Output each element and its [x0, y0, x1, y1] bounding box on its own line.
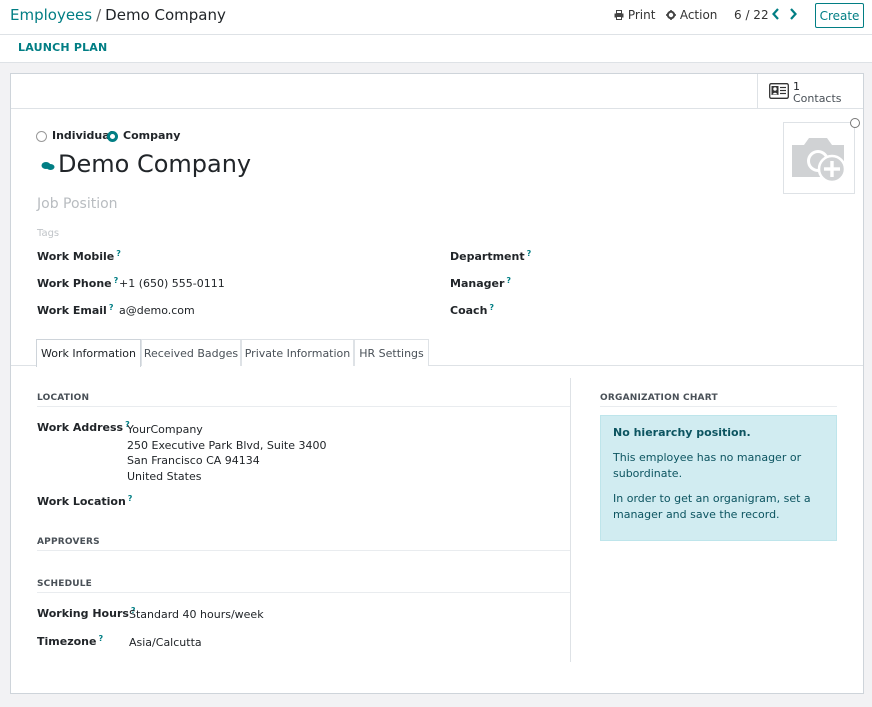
- employee-photo[interactable]: [783, 122, 855, 194]
- work-address-value[interactable]: YourCompany 250 Executive Park Blvd, Sui…: [127, 422, 326, 485]
- section-divider: [37, 550, 570, 551]
- gear-icon: [666, 10, 676, 20]
- company-radio[interactable]: [107, 131, 118, 142]
- timezone-label: Timezone?: [37, 634, 103, 648]
- org-chart-section-title: ORGANIZATION CHART: [600, 393, 718, 403]
- address-line: San Francisco CA 94134: [127, 454, 260, 468]
- manager-label: Manager?: [450, 276, 511, 290]
- work-location-label-text: Work Location: [37, 495, 126, 508]
- work-address-label-text: Work Address: [37, 421, 124, 434]
- job-position-input[interactable]: Job Position: [37, 196, 118, 212]
- chevron-right-icon[interactable]: [788, 7, 798, 21]
- address-line: 250 Executive Park Blvd, Suite 3400: [127, 438, 327, 452]
- print-label: Print: [627, 8, 656, 22]
- form-sheet: 1 Contacts Individual Company Demo Compa…: [10, 73, 864, 694]
- breadcrumb-separator: /: [96, 6, 102, 24]
- work-address-label: Work Address?: [37, 420, 130, 434]
- work-email-label: Work Email?: [37, 303, 114, 317]
- section-divider: [37, 592, 570, 593]
- section-divider: [37, 406, 570, 407]
- working-hours-input[interactable]: Standard 40 hours/week: [129, 608, 264, 621]
- pager-value[interactable]: 6 / 22: [734, 8, 769, 22]
- breadcrumb-employees-link[interactable]: Employees: [10, 6, 92, 24]
- approvers-section-title: APPROVERS: [37, 537, 100, 547]
- tab-hr-settings[interactable]: HR Settings: [354, 339, 429, 366]
- work-email-input[interactable]: a@demo.com: [119, 304, 195, 317]
- help-tooltip-icon[interactable]: ?: [506, 276, 511, 285]
- working-hours-label-text: Working Hours: [37, 607, 129, 620]
- work-phone-label-text: Work Phone: [37, 277, 112, 290]
- launch-plan-button[interactable]: LAUNCH PLAN: [18, 41, 107, 54]
- help-tooltip-icon[interactable]: ?: [527, 249, 532, 258]
- alert-line-2: In order to get an organigram, set a man…: [613, 492, 811, 521]
- action-button[interactable]: Action: [666, 8, 717, 22]
- coach-label-text: Coach: [450, 304, 488, 317]
- help-tooltip-icon[interactable]: ?: [116, 249, 121, 258]
- schedule-section-title: SCHEDULE: [37, 579, 93, 589]
- company-label[interactable]: Company: [123, 129, 180, 142]
- no-hierarchy-alert: No hierarchy position. This employee has…: [600, 415, 837, 541]
- working-hours-label: Working Hours?: [37, 606, 136, 620]
- print-button[interactable]: Print: [614, 8, 655, 22]
- address-line: YourCompany: [127, 423, 203, 436]
- camera-plus-icon: [792, 138, 847, 184]
- alert-line-1: This employee has no manager or subordin…: [613, 451, 802, 480]
- individual-radio[interactable]: [36, 131, 47, 142]
- work-mobile-label-text: Work Mobile: [37, 250, 115, 263]
- coach-label: Coach?: [450, 303, 494, 317]
- work-phone-label: Work Phone?: [37, 276, 119, 290]
- tags-input[interactable]: Tags: [37, 228, 59, 239]
- help-tooltip-icon[interactable]: ?: [98, 634, 103, 643]
- address-line: United States: [127, 470, 202, 484]
- photo-edit-handle[interactable]: [850, 118, 860, 128]
- timezone-label-text: Timezone: [37, 635, 97, 648]
- help-tooltip-icon[interactable]: ?: [489, 303, 494, 312]
- department-label-text: Department: [450, 250, 525, 263]
- help-tooltip-icon[interactable]: ?: [109, 303, 114, 312]
- control-panel: Employees / Demo Company Print Action 6 / …: [0, 0, 872, 35]
- button-box: 1 Contacts: [11, 74, 863, 109]
- action-label: Action: [679, 8, 718, 22]
- contact-card-icon: [769, 83, 789, 99]
- work-location-label: Work Location?: [37, 494, 133, 508]
- help-tooltip-icon[interactable]: ?: [128, 494, 133, 503]
- chat-bubble-icon[interactable]: [41, 161, 55, 171]
- section-divider: [600, 406, 837, 407]
- statusbar: LAUNCH PLAN: [0, 35, 872, 63]
- print-icon: [614, 10, 624, 20]
- tab-private-information[interactable]: Private Information: [241, 339, 354, 366]
- help-tooltip-icon[interactable]: ?: [114, 276, 119, 285]
- column-divider: [570, 378, 571, 662]
- breadcrumb: Employees / Demo Company: [10, 6, 226, 24]
- work-phone-input[interactable]: +1 (650) 555-0111: [119, 277, 225, 290]
- tab-received-badges[interactable]: Received Badges: [141, 339, 241, 366]
- contacts-label: Contacts: [793, 92, 842, 105]
- individual-label[interactable]: Individual: [52, 129, 113, 142]
- contacts-smart-button[interactable]: 1 Contacts: [757, 74, 864, 109]
- chevron-left-icon[interactable]: [771, 7, 781, 21]
- manager-label-text: Manager: [450, 277, 505, 290]
- create-button[interactable]: Create: [815, 3, 864, 28]
- breadcrumb-current: Demo Company: [105, 6, 226, 24]
- employee-name[interactable]: Demo Company: [58, 150, 251, 178]
- tab-work-information[interactable]: Work Information: [36, 339, 141, 367]
- work-email-label-text: Work Email: [37, 304, 107, 317]
- work-mobile-label: Work Mobile?: [37, 249, 121, 263]
- timezone-input[interactable]: Asia/Calcutta: [129, 636, 202, 649]
- department-label: Department?: [450, 249, 532, 263]
- location-section-title: LOCATION: [37, 393, 90, 403]
- alert-title: No hierarchy position.: [613, 426, 751, 439]
